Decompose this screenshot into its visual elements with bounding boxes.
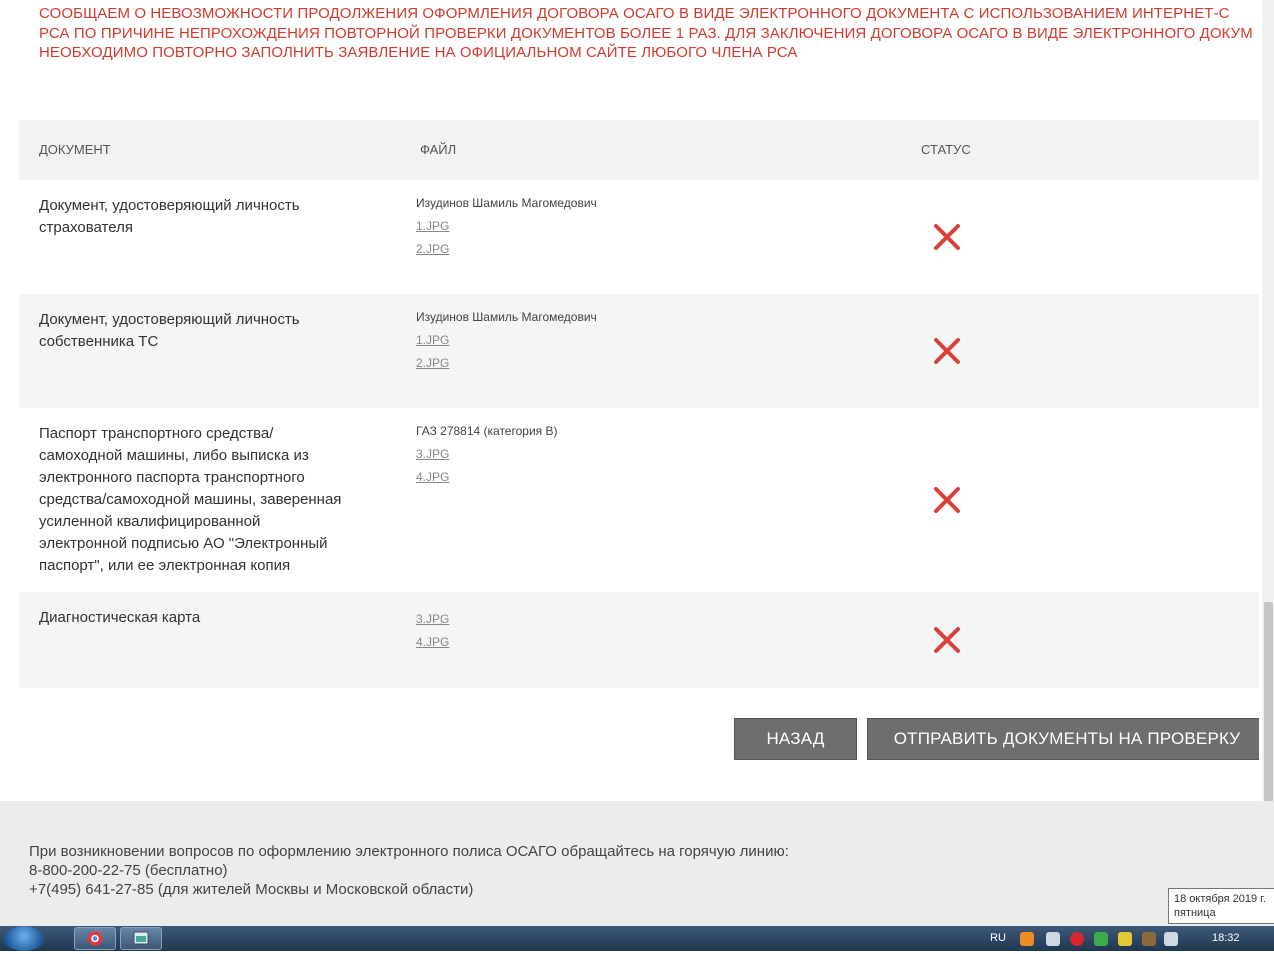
file-cell: Изудинов Шамиль Магомедович 1.JPG 2.JPG — [416, 192, 597, 261]
file-link[interactable]: 4.JPG — [416, 466, 557, 489]
taskbar: RU 18:32 — [0, 926, 1274, 951]
table-header: ДОКУМЕНТ ФАЙЛ СТАТУС — [19, 120, 1259, 180]
status-rejected-icon — [934, 487, 960, 513]
phone-moscow: +7(495) 641-27-85 (для жителей Москвы и … — [29, 881, 474, 898]
file-cell: Изудинов Шамиль Магомедович 1.JPG 2.JPG — [416, 306, 597, 375]
file-link[interactable]: 1.JPG — [416, 329, 597, 352]
tray-app-icon[interactable] — [1142, 932, 1156, 946]
documents-table: ДОКУМЕНТ ФАЙЛ СТАТУС Документ, удостовер… — [19, 120, 1259, 688]
file-owner: Изудинов Шамиль Магомедович — [416, 310, 597, 324]
clock[interactable]: 18:32 — [1212, 932, 1240, 944]
document-name: Паспорт транспортного средства/ самоходн… — [39, 425, 342, 574]
file-link[interactable]: 4.JPG — [416, 631, 449, 654]
hotline-info: При возникновении вопросов по оформлению… — [29, 843, 789, 898]
tray-app-icon[interactable] — [1118, 932, 1132, 946]
image-viewer-taskbar-icon[interactable] — [120, 927, 162, 950]
tray-app-icon[interactable] — [1094, 932, 1108, 946]
file-owner: ГАЗ 278814 (категория B) — [416, 424, 558, 438]
opera-icon[interactable] — [1070, 932, 1084, 946]
header-document: ДОКУМЕНТ — [39, 142, 111, 157]
tray-app-icon[interactable] — [1020, 932, 1034, 946]
document-name: Документ, удостоверяющий личность страхо… — [39, 197, 300, 236]
file-link[interactable]: 1.JPG — [416, 215, 597, 238]
language-indicator[interactable]: RU — [990, 932, 1006, 944]
table-row: Паспорт транспортного средства/ самоходн… — [19, 408, 1259, 592]
file-cell: 3.JPG 4.JPG — [416, 608, 449, 654]
start-button-icon[interactable] — [4, 926, 44, 951]
status-rejected-icon — [934, 338, 960, 364]
status-rejected-icon — [934, 224, 960, 250]
chrome-taskbar-icon[interactable] — [74, 927, 116, 950]
document-name: Диагностическая карта — [39, 609, 201, 626]
table-row: Документ, удостоверяющий личность собств… — [19, 294, 1259, 408]
error-notice: СООБЩАЕМ О НЕВОЗМОЖНОСТИ ПРОДОЛЖЕНИЯ ОФО… — [39, 4, 1259, 63]
file-link[interactable]: 2.JPG — [416, 238, 597, 261]
footer: При возникновении вопросов по оформлению… — [0, 801, 1274, 926]
file-link[interactable]: 3.JPG — [416, 608, 449, 631]
back-button[interactable]: НАЗАД — [734, 718, 857, 760]
notice-line-2: РСА ПО ПРИЧИНЕ НЕПРОХОЖДЕНИЯ ПОВТОРНОЙ П… — [39, 24, 1253, 42]
header-status: СТАТУС — [921, 142, 971, 157]
volume-icon[interactable] — [1046, 932, 1060, 946]
file-link[interactable]: 2.JPG — [416, 352, 597, 375]
status-rejected-icon — [934, 627, 960, 653]
date-tooltip: 18 октября 2019 г. пятница — [1168, 888, 1274, 924]
notice-line-3: НЕОБХОДИМО ПОВТОРНО ЗАПОЛНИТЬ ЗАЯВЛЕНИЕ … — [39, 44, 798, 61]
document-name: Документ, удостоверяющий личность собств… — [39, 311, 300, 350]
file-cell: ГАЗ 278814 (категория B) 3.JPG 4.JPG — [416, 420, 557, 489]
table-row: Диагностическая карта 3.JPG 4.JPG — [19, 592, 1259, 688]
network-icon[interactable] — [1164, 932, 1178, 946]
scrollbar-thumb[interactable] — [1264, 602, 1273, 822]
file-owner: Изудинов Шамиль Магомедович — [416, 196, 597, 210]
table-row: Документ, удостоверяющий личность страхо… — [19, 180, 1259, 294]
file-link[interactable]: 3.JPG — [416, 443, 557, 466]
submit-documents-button[interactable]: ОТПРАВИТЬ ДОКУМЕНТЫ НА ПРОВЕРКУ — [867, 718, 1259, 760]
header-file: ФАЙЛ — [420, 142, 457, 157]
phone-free: 8-800-200-22-75 (бесплатно) — [29, 862, 228, 879]
notice-line-1: СООБЩАЕМ О НЕВОЗМОЖНОСТИ ПРОДОЛЖЕНИЯ ОФО… — [39, 5, 1230, 22]
